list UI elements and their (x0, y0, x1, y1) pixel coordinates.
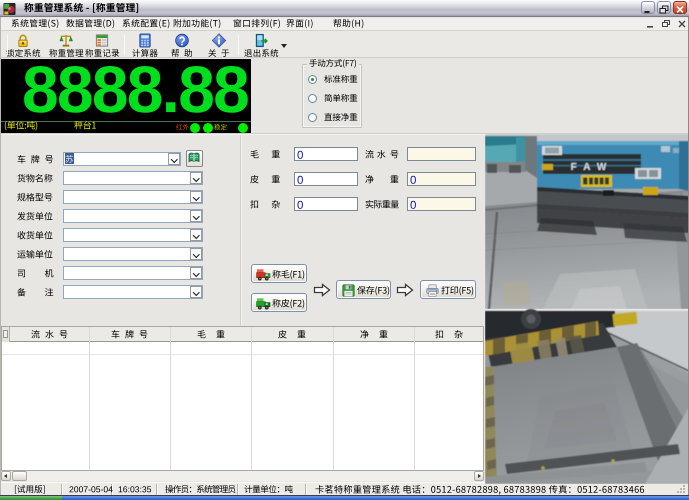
svg-text:FAW: FAW (571, 162, 614, 173)
